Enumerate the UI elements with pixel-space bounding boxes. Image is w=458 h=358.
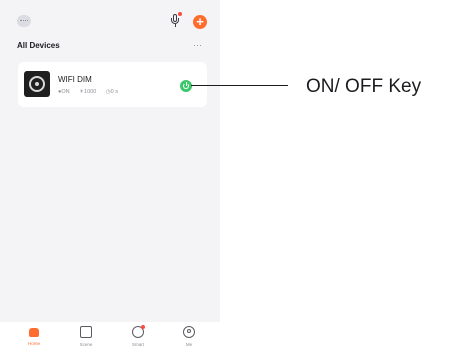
smart-icon [132, 325, 145, 338]
callout-label: ON/ OFF Key [306, 76, 422, 97]
app-screen: + All Devices ··· WIFI DIM ●ON ☀1000 ◷0 … [0, 0, 220, 358]
device-thumbnail [24, 71, 50, 97]
notification-dot [178, 12, 182, 16]
power-button[interactable] [180, 80, 192, 92]
tab-bar: Home Scene Smart Me [0, 322, 220, 358]
scene-icon [80, 326, 92, 338]
more-icon[interactable]: ··· [193, 40, 202, 50]
status-power: ●ON [58, 89, 70, 95]
home-selector-icon[interactable] [17, 15, 31, 27]
home-tab-icon [29, 328, 39, 337]
tab-me[interactable]: Me [169, 326, 209, 347]
me-icon [183, 326, 195, 338]
tab-scene[interactable]: Scene [66, 326, 106, 347]
tab-smart[interactable]: Smart [118, 325, 158, 347]
tab-label: Scene [79, 342, 93, 347]
tab-label: Home [27, 341, 40, 346]
tab-home[interactable]: Home [14, 326, 54, 346]
device-card[interactable]: WIFI DIM ●ON ☀1000 ◷0 s [18, 62, 207, 107]
section-title: All Devices [17, 41, 60, 50]
device-status: ●ON ☀1000 ◷0 s [58, 89, 126, 95]
status-timer: ◷0 s [105, 89, 118, 95]
top-bar: + [0, 0, 220, 36]
status-brightness: ☀1000 [79, 89, 97, 95]
callout-line [191, 85, 288, 86]
tab-label: Me [185, 342, 193, 347]
device-name: WIFI DIM [58, 75, 92, 84]
tab-label: Smart [131, 342, 144, 347]
add-device-button[interactable]: + [193, 15, 207, 29]
